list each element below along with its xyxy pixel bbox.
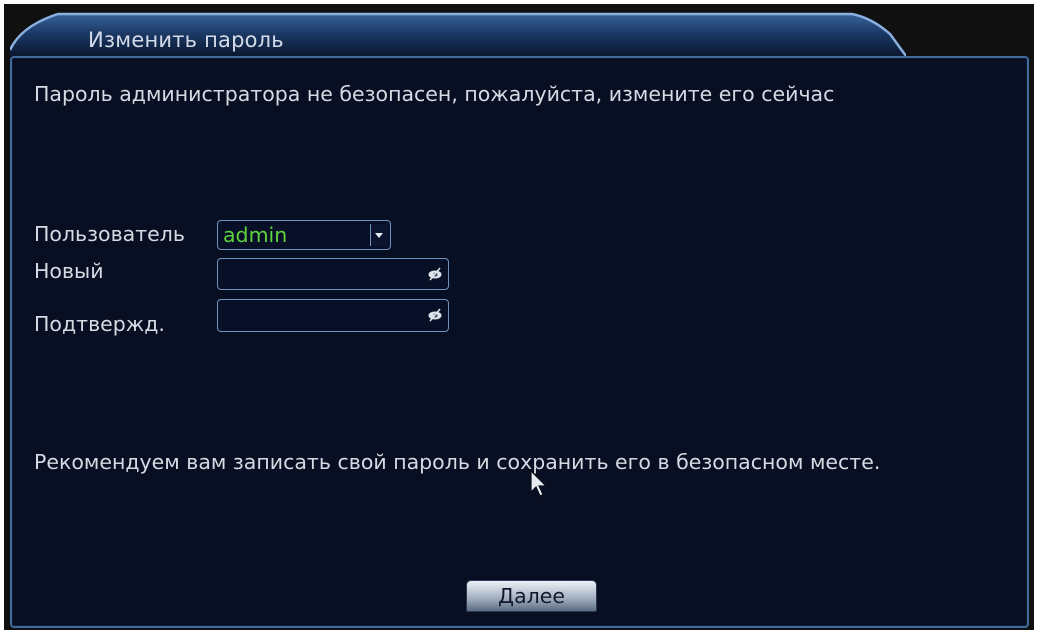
- new-password-label: Новый: [34, 259, 104, 283]
- confirm-password-label: Подтвержд.: [34, 312, 165, 336]
- next-button[interactable]: Далее: [466, 580, 597, 612]
- mouse-pointer-icon: [530, 470, 548, 497]
- window-title: Изменить пароль: [88, 28, 284, 52]
- user-label: Пользователь: [34, 222, 185, 246]
- eye-slash-icon[interactable]: [427, 308, 443, 322]
- title-tab: Изменить пароль: [10, 10, 906, 56]
- confirm-password-field[interactable]: [217, 299, 449, 332]
- change-password-dialog: Пароль администратора не безопасен, пожа…: [10, 56, 1029, 628]
- chevron-down-icon[interactable]: [370, 224, 388, 246]
- advice-message: Рекомендуем вам записать свой пароль и с…: [34, 450, 881, 474]
- user-select[interactable]: admin: [217, 220, 391, 250]
- new-password-field[interactable]: [217, 258, 449, 290]
- eye-slash-icon[interactable]: [427, 267, 443, 281]
- warning-message: Пароль администратора не безопасен, пожа…: [34, 82, 835, 106]
- user-select-value: admin: [223, 223, 288, 247]
